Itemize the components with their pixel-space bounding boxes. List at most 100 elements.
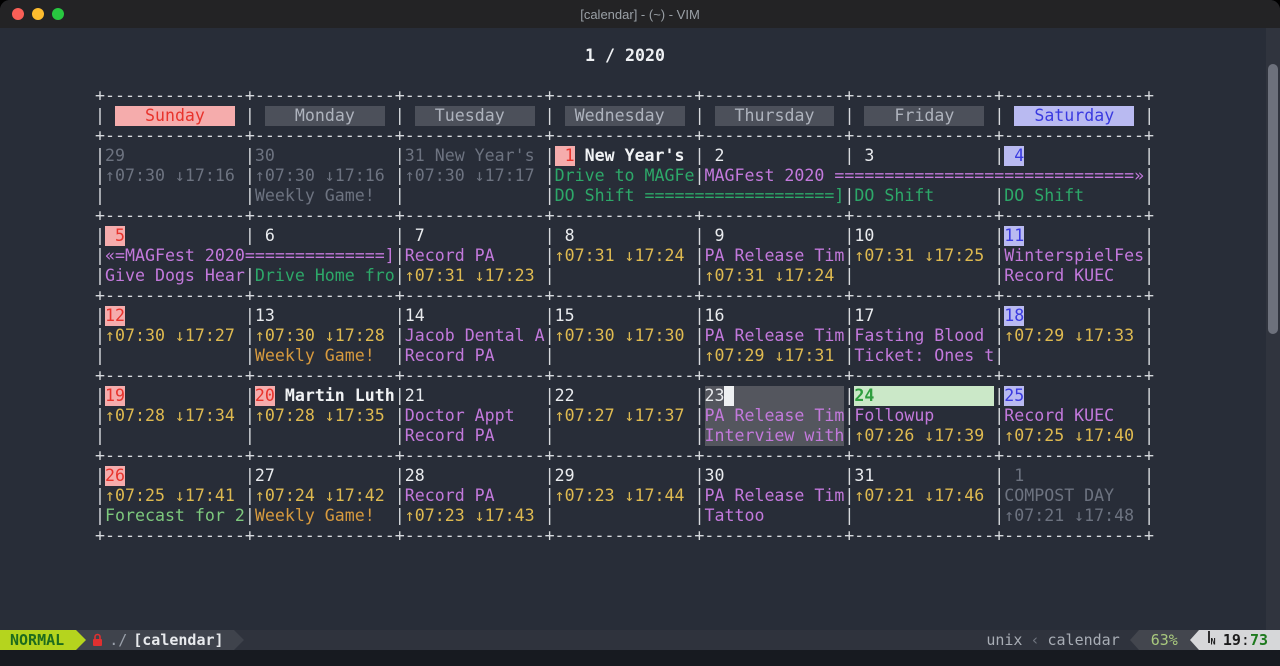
event-label[interactable]: Interview with <box>705 426 845 446</box>
day-number[interactable]: 16 <box>705 306 725 326</box>
event-label[interactable]: Followup <box>854 406 994 426</box>
event-label[interactable]: ↑07:31 ↓17:24 <box>705 266 845 286</box>
event-label[interactable]: ↑07:28 ↓17:35 <box>255 406 395 426</box>
event-label[interactable]: Drive to MAGFe <box>555 166 695 186</box>
day-number[interactable]: 6 <box>255 226 275 246</box>
event-label[interactable]: Doctor Appt <box>405 406 545 426</box>
event-label[interactable]: WinterspielFes <box>1004 246 1144 266</box>
day-number[interactable]: 10 <box>854 226 874 246</box>
day-number[interactable]: 30 <box>705 466 725 486</box>
event-label[interactable]: Record KUEC <box>1004 266 1144 286</box>
day-number[interactable]: 9 <box>705 226 725 246</box>
event-label[interactable]: ↑07:25 ↓17:40 <box>1004 426 1144 446</box>
event-label[interactable]: Weekly Game! <box>255 186 395 206</box>
event-label[interactable]: =============] <box>705 186 845 206</box>
day-number[interactable]: 5 <box>105 226 125 246</box>
event-label[interactable]: =============] <box>255 246 395 266</box>
day-number[interactable]: 7 <box>405 226 425 246</box>
event-label[interactable]: Fasting Blood <box>854 326 994 346</box>
event-label[interactable]: PA Release Tim <box>705 326 845 346</box>
day-number[interactable]: 12 <box>105 306 125 326</box>
calendar-grid[interactable]: +--------------+--------------+---------… <box>95 86 1280 546</box>
event-label[interactable]: Weekly Game! <box>255 506 395 526</box>
event-label[interactable]: Record PA <box>405 246 545 266</box>
day-number[interactable]: 18 <box>1004 306 1024 326</box>
event-label[interactable]: ↑07:21 ↓17:46 <box>854 486 994 506</box>
event-label[interactable]: Tattoo <box>705 506 845 526</box>
event-label[interactable]: ↑07:31 ↓17:24 <box>555 246 695 266</box>
event-label[interactable]: DO Shift <box>1004 186 1144 206</box>
event-label[interactable]: COMPOST DAY <box>1004 486 1144 506</box>
event-label[interactable]: ============== <box>854 166 994 186</box>
event-label[interactable]: Record PA <box>405 486 545 506</box>
scrollbar-thumb[interactable] <box>1268 64 1278 334</box>
day-number[interactable]: 1 <box>1004 466 1024 486</box>
day-number[interactable]: 20 <box>255 386 275 406</box>
day-number[interactable]: 29 <box>105 146 125 166</box>
day-number[interactable]: 11 <box>1004 226 1024 246</box>
event-label[interactable]: Drive Home fro <box>255 266 395 286</box>
day-number[interactable]: 31 <box>405 146 425 166</box>
day-number[interactable]: 27 <box>255 466 275 486</box>
event-label[interactable]: Jacob Dental A <box>405 326 545 346</box>
day-number[interactable]: 13 <box>255 306 275 326</box>
event-label[interactable]: ↑07:23 ↓17:44 <box>555 486 695 506</box>
day-number[interactable]: 26 <box>105 466 125 486</box>
event-label[interactable]: Record KUEC <box>1004 406 1144 426</box>
event-label[interactable]: Weekly Game! <box>255 346 395 366</box>
day-number[interactable]: 28 <box>405 466 425 486</box>
event-label[interactable]: ↑07:28 ↓17:34 <box>105 406 245 426</box>
day-number[interactable]: 3 <box>854 146 874 166</box>
event-label[interactable]: ↑07:30 ↓17:30 <box>555 326 695 346</box>
event-label[interactable]: Record PA <box>405 426 545 446</box>
event-label[interactable]: «=MAGFest 2020 <box>105 246 245 266</box>
event-label[interactable]: ↑07:29 ↓17:33 <box>1004 326 1144 346</box>
terminal[interactable]: 1 / 2020 +--------------+--------------+… <box>0 28 1280 666</box>
day-number[interactable]: 19 <box>105 386 125 406</box>
day-number[interactable]: 2 <box>705 146 725 166</box>
event-label[interactable]: =============» <box>1004 166 1144 186</box>
event-label[interactable]: ↑07:27 ↓17:37 <box>555 406 695 426</box>
event-label[interactable]: ↑07:23 ↓17:43 <box>405 506 545 526</box>
event-label[interactable]: ↑07:29 ↓17:31 <box>705 346 845 366</box>
event-label[interactable]: ↑07:30 ↓17:16 <box>105 166 245 186</box>
day-number[interactable]: 30 <box>255 146 275 166</box>
day-number[interactable]: 31 <box>854 466 874 486</box>
command-line[interactable] <box>0 650 1280 666</box>
event-label[interactable]: ↑07:30 ↓17:17 <box>405 166 545 186</box>
calendar-cell-day-23[interactable]: 23 <box>705 386 845 406</box>
event-label[interactable]: ↑07:21 ↓17:48 <box>1004 506 1144 526</box>
close-button[interactable] <box>12 8 24 20</box>
day-number[interactable]: 4 <box>1004 146 1024 166</box>
calendar-cell-day-24[interactable]: 24 <box>854 386 994 406</box>
day-number[interactable]: 1 <box>555 146 575 166</box>
day-number[interactable]: 15 <box>555 306 575 326</box>
event-label[interactable]: ↑07:31 ↓17:25 <box>854 246 994 266</box>
day-number[interactable]: 29 <box>555 466 575 486</box>
day-number[interactable]: 25 <box>1004 386 1024 406</box>
zoom-button[interactable] <box>52 8 64 20</box>
event-label[interactable]: Ticket: Ones t <box>854 346 994 366</box>
event-label[interactable]: ↑07:30 ↓17:16 <box>255 166 395 186</box>
event-label[interactable]: ↑07:25 ↓17:41 <box>105 486 245 506</box>
event-label[interactable]: ↑07:24 ↓17:42 <box>255 486 395 506</box>
event-label[interactable]: ↑07:26 ↓17:39 <box>854 426 994 446</box>
day-number[interactable]: 22 <box>555 386 575 406</box>
event-label[interactable]: MAGFest 2020 = <box>705 166 845 186</box>
day-number[interactable]: 17 <box>854 306 874 326</box>
event-label[interactable]: DO Shift <box>854 186 994 206</box>
event-label[interactable]: Give Dogs Hear <box>105 266 245 286</box>
event-label[interactable]: PA Release Tim <box>705 406 845 426</box>
event-label[interactable]: PA Release Tim <box>705 486 845 506</box>
minimize-button[interactable] <box>32 8 44 20</box>
event-label[interactable]: ↑07:30 ↓17:27 <box>105 326 245 346</box>
event-label[interactable]: Record PA <box>405 346 545 366</box>
day-number[interactable]: 14 <box>405 306 425 326</box>
event-label[interactable]: ↑07:31 ↓17:23 <box>405 266 545 286</box>
event-label[interactable]: Forecast for 2 <box>105 506 245 526</box>
event-label[interactable]: PA Release Tim <box>705 246 845 266</box>
event-label[interactable]: ↑07:30 ↓17:28 <box>255 326 395 346</box>
day-number[interactable]: 8 <box>555 226 575 246</box>
day-number[interactable]: 21 <box>405 386 425 406</box>
event-label[interactable]: DO Shift ===== <box>555 186 695 206</box>
